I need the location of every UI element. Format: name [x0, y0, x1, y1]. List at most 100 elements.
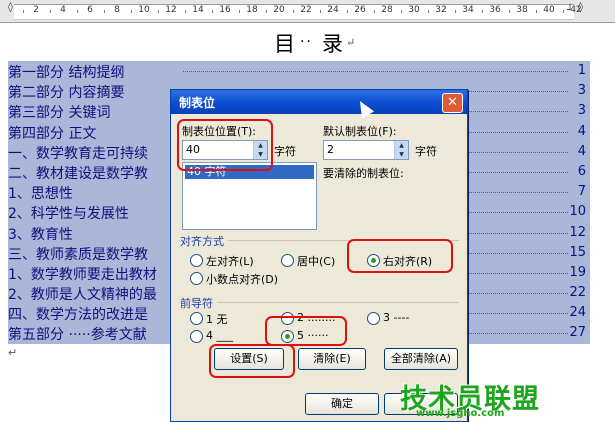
spin-down-icon[interactable]: ▼	[395, 150, 408, 159]
ruler-number: 8	[114, 5, 120, 15]
ruler-number: 34	[462, 5, 474, 15]
toc-entry-text: 四、数学方法的改进是	[8, 307, 148, 324]
ruler-tick	[455, 10, 456, 13]
align-decimal-radio[interactable]	[190, 272, 203, 285]
indent-marker-icon[interactable]: ◊	[8, 2, 13, 13]
toc-entry-text: 一、数学教育走可持续	[8, 145, 148, 162]
ruler-number: 26	[354, 5, 366, 15]
ruler-tick	[428, 10, 429, 13]
leader-none-radio[interactable]	[190, 312, 203, 325]
ruler-tick	[401, 10, 402, 13]
ruler-number: 10	[138, 5, 150, 15]
leader-none-label[interactable]: 1 无	[206, 311, 228, 327]
ruler-tick	[563, 10, 564, 13]
clear-all-button[interactable]: 全部清除(A)	[384, 348, 458, 370]
ruler-tick	[23, 10, 24, 13]
title-dots: ··	[300, 34, 313, 50]
alignment-group-label: 对齐方式	[180, 233, 228, 249]
align-left-radio[interactable]	[190, 254, 203, 267]
ruler-tick	[131, 10, 132, 13]
ruler-tick	[509, 10, 510, 13]
toc-page-number: 24	[569, 305, 586, 321]
unit-label: 字符	[415, 145, 437, 158]
leader-group-label: 前导符	[180, 295, 217, 311]
ruler-number: 40	[543, 5, 555, 15]
close-button[interactable]: ✕	[442, 93, 463, 113]
ruler-number: 22	[300, 5, 312, 15]
ruler-number: 14	[192, 5, 204, 15]
ruler-number: 2	[33, 5, 39, 15]
align-decimal-label[interactable]: 小数点对齐(D)	[206, 271, 278, 287]
ruler-tick	[50, 10, 51, 13]
toc-page-number: 4	[577, 143, 586, 159]
ruler-tick	[347, 10, 348, 13]
ruler-tick	[536, 10, 537, 13]
watermark-url: www.jsgho.com	[416, 408, 505, 419]
ruler-tick	[293, 10, 294, 13]
highlight-leader-5	[265, 316, 347, 346]
dialog-title: 制表位	[179, 96, 216, 110]
ruler-number: 16	[219, 5, 231, 15]
clear-button[interactable]: 清除(E)	[298, 348, 366, 370]
toc-entry-text: 2、教师是人文精神的最	[8, 287, 157, 304]
leader-dash-radio[interactable]	[367, 312, 380, 325]
toc-entry-text: 第四部分 正文	[8, 125, 97, 142]
group-separator	[179, 302, 459, 303]
toc-page-number: 1	[577, 63, 586, 78]
toc-entry-text: 第一部分 结构提纲	[8, 65, 125, 81]
leader-underline-label[interactable]: 4 ___	[206, 329, 233, 342]
ruler-number: 38	[516, 5, 528, 15]
default-tab-spinner[interactable]: ▲ ▼	[394, 141, 408, 159]
ruler-number: 30	[408, 5, 420, 15]
align-left-label[interactable]: 左对齐(L)	[206, 253, 254, 269]
ruler-tick	[158, 10, 159, 13]
toc-page-number: 15	[569, 244, 586, 260]
toc-entry-text: 二、教材建设是数学教	[8, 165, 148, 182]
ruler-number: 32	[435, 5, 447, 15]
ruler-number: 20	[273, 5, 285, 15]
tab-stop-list[interactable]: 40 字符	[182, 162, 317, 230]
toc-entry-text: 三、教师素质是数学教	[8, 246, 148, 263]
leader-dash-label[interactable]: 3 ----	[383, 311, 409, 324]
ok-button[interactable]: 确定	[305, 393, 379, 415]
ruler-number: 6	[87, 5, 93, 15]
toc-entry-text: 3、教育性	[8, 226, 73, 243]
toc-entry[interactable]: 第一部分 结构提纲 1	[8, 61, 590, 82]
horizontal-ruler[interactable]: ◊ ┘ ◊ 2 4 6 8 10 12 14 16 18 20 22 24 26 28 30 32 34 36 38…	[0, 0, 615, 23]
toc-page-number: 27	[569, 325, 586, 341]
title-char-2: 录	[322, 32, 343, 56]
ruler-tick	[77, 10, 78, 13]
toc-page-number: 10	[569, 204, 586, 220]
align-center-label[interactable]: 居中(C)	[297, 253, 335, 269]
toc-page-number: 12	[569, 224, 586, 240]
tabs-dialog: 制表位 ✕ 制表位位置(T): 40 ▲ ▼ 字符 40 字符 默认制表位(F):…	[170, 89, 468, 422]
ruler-tick	[266, 10, 267, 13]
ruler-number: 42	[570, 5, 582, 15]
title-char-1: 目	[274, 32, 295, 56]
toc-entry-text: 第三部分 关键词	[8, 105, 111, 122]
dialog-titlebar[interactable]: 制表位 ✕	[171, 90, 467, 114]
toc-entry-text: 1、思想性	[8, 186, 73, 203]
ruler-tick	[482, 10, 483, 13]
ruler-tick	[104, 10, 105, 13]
toc-leader-dots	[183, 71, 568, 72]
toc-page-number: 4	[577, 123, 586, 139]
toc-page-number: 19	[569, 264, 586, 280]
spin-up-icon[interactable]: ▲	[395, 141, 408, 150]
default-tab-value: 2	[327, 143, 334, 156]
highlight-right-align	[347, 239, 453, 273]
default-tab-input[interactable]: 2 ▲ ▼	[323, 140, 409, 160]
leader-underline-radio[interactable]	[190, 330, 203, 343]
unit-label: 字符	[274, 145, 296, 158]
ruler-number: 12	[165, 5, 177, 15]
paragraph-mark-icon: ↵	[8, 346, 18, 359]
ruler-tick	[320, 10, 321, 13]
toc-page-number: 3	[577, 83, 586, 99]
clear-tabs-label: 要清除的制表位:	[323, 167, 404, 180]
toc-entry-text: 第二部分 内容摘要	[8, 85, 125, 102]
toc-entry-text: 2、科学性与发展性	[8, 206, 129, 223]
align-center-radio[interactable]	[281, 254, 294, 267]
ruler-number: 18	[246, 5, 258, 15]
toc-entry-text: 1、数学教师要走出教材	[8, 266, 157, 283]
paragraph-mark-icon: ↵	[346, 36, 356, 49]
